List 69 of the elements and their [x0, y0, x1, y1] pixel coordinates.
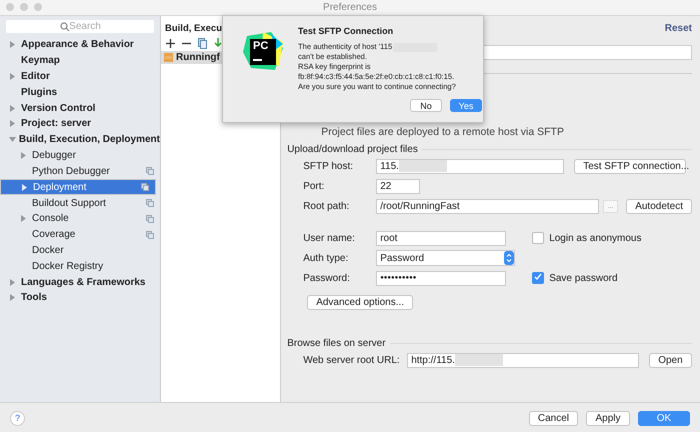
checkbox[interactable]	[532, 272, 544, 284]
dropdown-stepper-icon	[504, 251, 514, 265]
user-name-field[interactable]: root	[376, 230, 506, 246]
dialog-button[interactable]: No	[410, 99, 442, 112]
expand-arrow-icon[interactable]	[9, 72, 16, 80]
window-title: Preferences	[323, 2, 377, 13]
sidebar-item[interactable]: Console	[0, 210, 160, 227]
download-icon[interactable]	[214, 38, 222, 49]
sidebar-item[interactable]: Build, Execution, Deployment	[0, 132, 160, 148]
reset-link[interactable]: Reset	[664, 23, 692, 37]
sidebar-item[interactable]: Languages & Frameworks	[0, 274, 160, 290]
autodetect-button[interactable]: Autodetect	[626, 198, 692, 214]
field-label: Port:	[303, 180, 326, 192]
expand-arrow-icon[interactable]	[9, 278, 16, 286]
host-field[interactable]: 115.	[376, 158, 564, 174]
url-field[interactable]: http://115.	[407, 352, 640, 368]
section-title: Browse files on server	[287, 338, 386, 348]
breadcrumb: Build, Execu	[164, 22, 224, 36]
expand-arrow-icon[interactable]	[21, 184, 28, 191]
section-title: Upload/download project files	[287, 144, 418, 154]
sftp-icon	[164, 53, 173, 62]
auth-type-dropdown[interactable]: Password	[376, 250, 516, 266]
sidebar-item[interactable]: Docker	[0, 242, 160, 258]
open-button[interactable]: Open	[649, 352, 692, 368]
sidebar-item[interactable]: Coverage	[0, 226, 160, 243]
expand-arrow-icon[interactable]	[9, 136, 16, 144]
checkbox-label: Save password	[549, 272, 618, 284]
search-icon	[60, 22, 70, 32]
sidebar-item[interactable]: Appearance & Behavior	[0, 37, 160, 53]
description-text: Project files are deployed to a remote host via SFTP	[321, 126, 564, 138]
expand-arrow-icon[interactable]	[9, 104, 16, 112]
sidebar-item[interactable]: Version Control	[0, 100, 160, 116]
search-field[interactable]: Search	[6, 20, 154, 33]
field-label: Web server root URL:	[303, 354, 401, 366]
redaction-block	[454, 354, 503, 366]
sidebar-item[interactable]: Keymap	[0, 52, 160, 69]
checkbox[interactable]	[532, 232, 544, 244]
sidebar-item[interactable]: Python Debugger	[0, 163, 160, 180]
redaction-block	[398, 160, 447, 172]
field-label: Root path:	[303, 200, 350, 212]
sidebar-item[interactable]: Editor	[0, 68, 160, 84]
footer-button[interactable]: Apply	[586, 410, 630, 426]
dialog-title: Test SFTP Connection	[298, 26, 394, 36]
root-path-field[interactable]: /root/RunningFast	[376, 198, 600, 214]
sidebar-item[interactable]: Tools	[0, 290, 160, 306]
sidebar-item[interactable]: Buildout Support	[0, 195, 160, 211]
copy-icon[interactable]	[198, 38, 207, 49]
field-label: Password:	[303, 272, 351, 284]
footer-button[interactable]: Cancel	[528, 410, 578, 426]
expand-arrow-icon[interactable]	[9, 120, 16, 128]
sidebar-item[interactable]: Docker Registry	[0, 258, 160, 274]
add-icon[interactable]	[166, 39, 175, 48]
sidebar-item[interactable]: Deployment	[0, 179, 156, 196]
expand-arrow-icon[interactable]	[9, 294, 16, 302]
checkbox-label: Login as anonymous	[549, 232, 642, 244]
field-label: SFTP host:	[303, 160, 354, 172]
field-label: User name:	[303, 232, 356, 244]
advanced-options-button[interactable]: Advanced options...	[307, 294, 414, 310]
sidebar-item[interactable]: Plugins	[0, 84, 160, 100]
sidebar-item[interactable]: Debugger	[0, 148, 160, 164]
expand-arrow-icon[interactable]	[20, 152, 27, 159]
help-button[interactable]: ?	[10, 410, 25, 426]
test-connection-button[interactable]: Test SFTP connection...	[574, 158, 686, 174]
port-field[interactable]: 22	[376, 178, 420, 194]
expand-arrow-icon[interactable]	[9, 41, 16, 48]
expand-arrow-icon[interactable]	[20, 215, 27, 222]
logo-text: PC	[253, 40, 268, 52]
field-label: Auth type:	[303, 252, 350, 264]
sidebar-item[interactable]: Project: server	[0, 116, 160, 132]
